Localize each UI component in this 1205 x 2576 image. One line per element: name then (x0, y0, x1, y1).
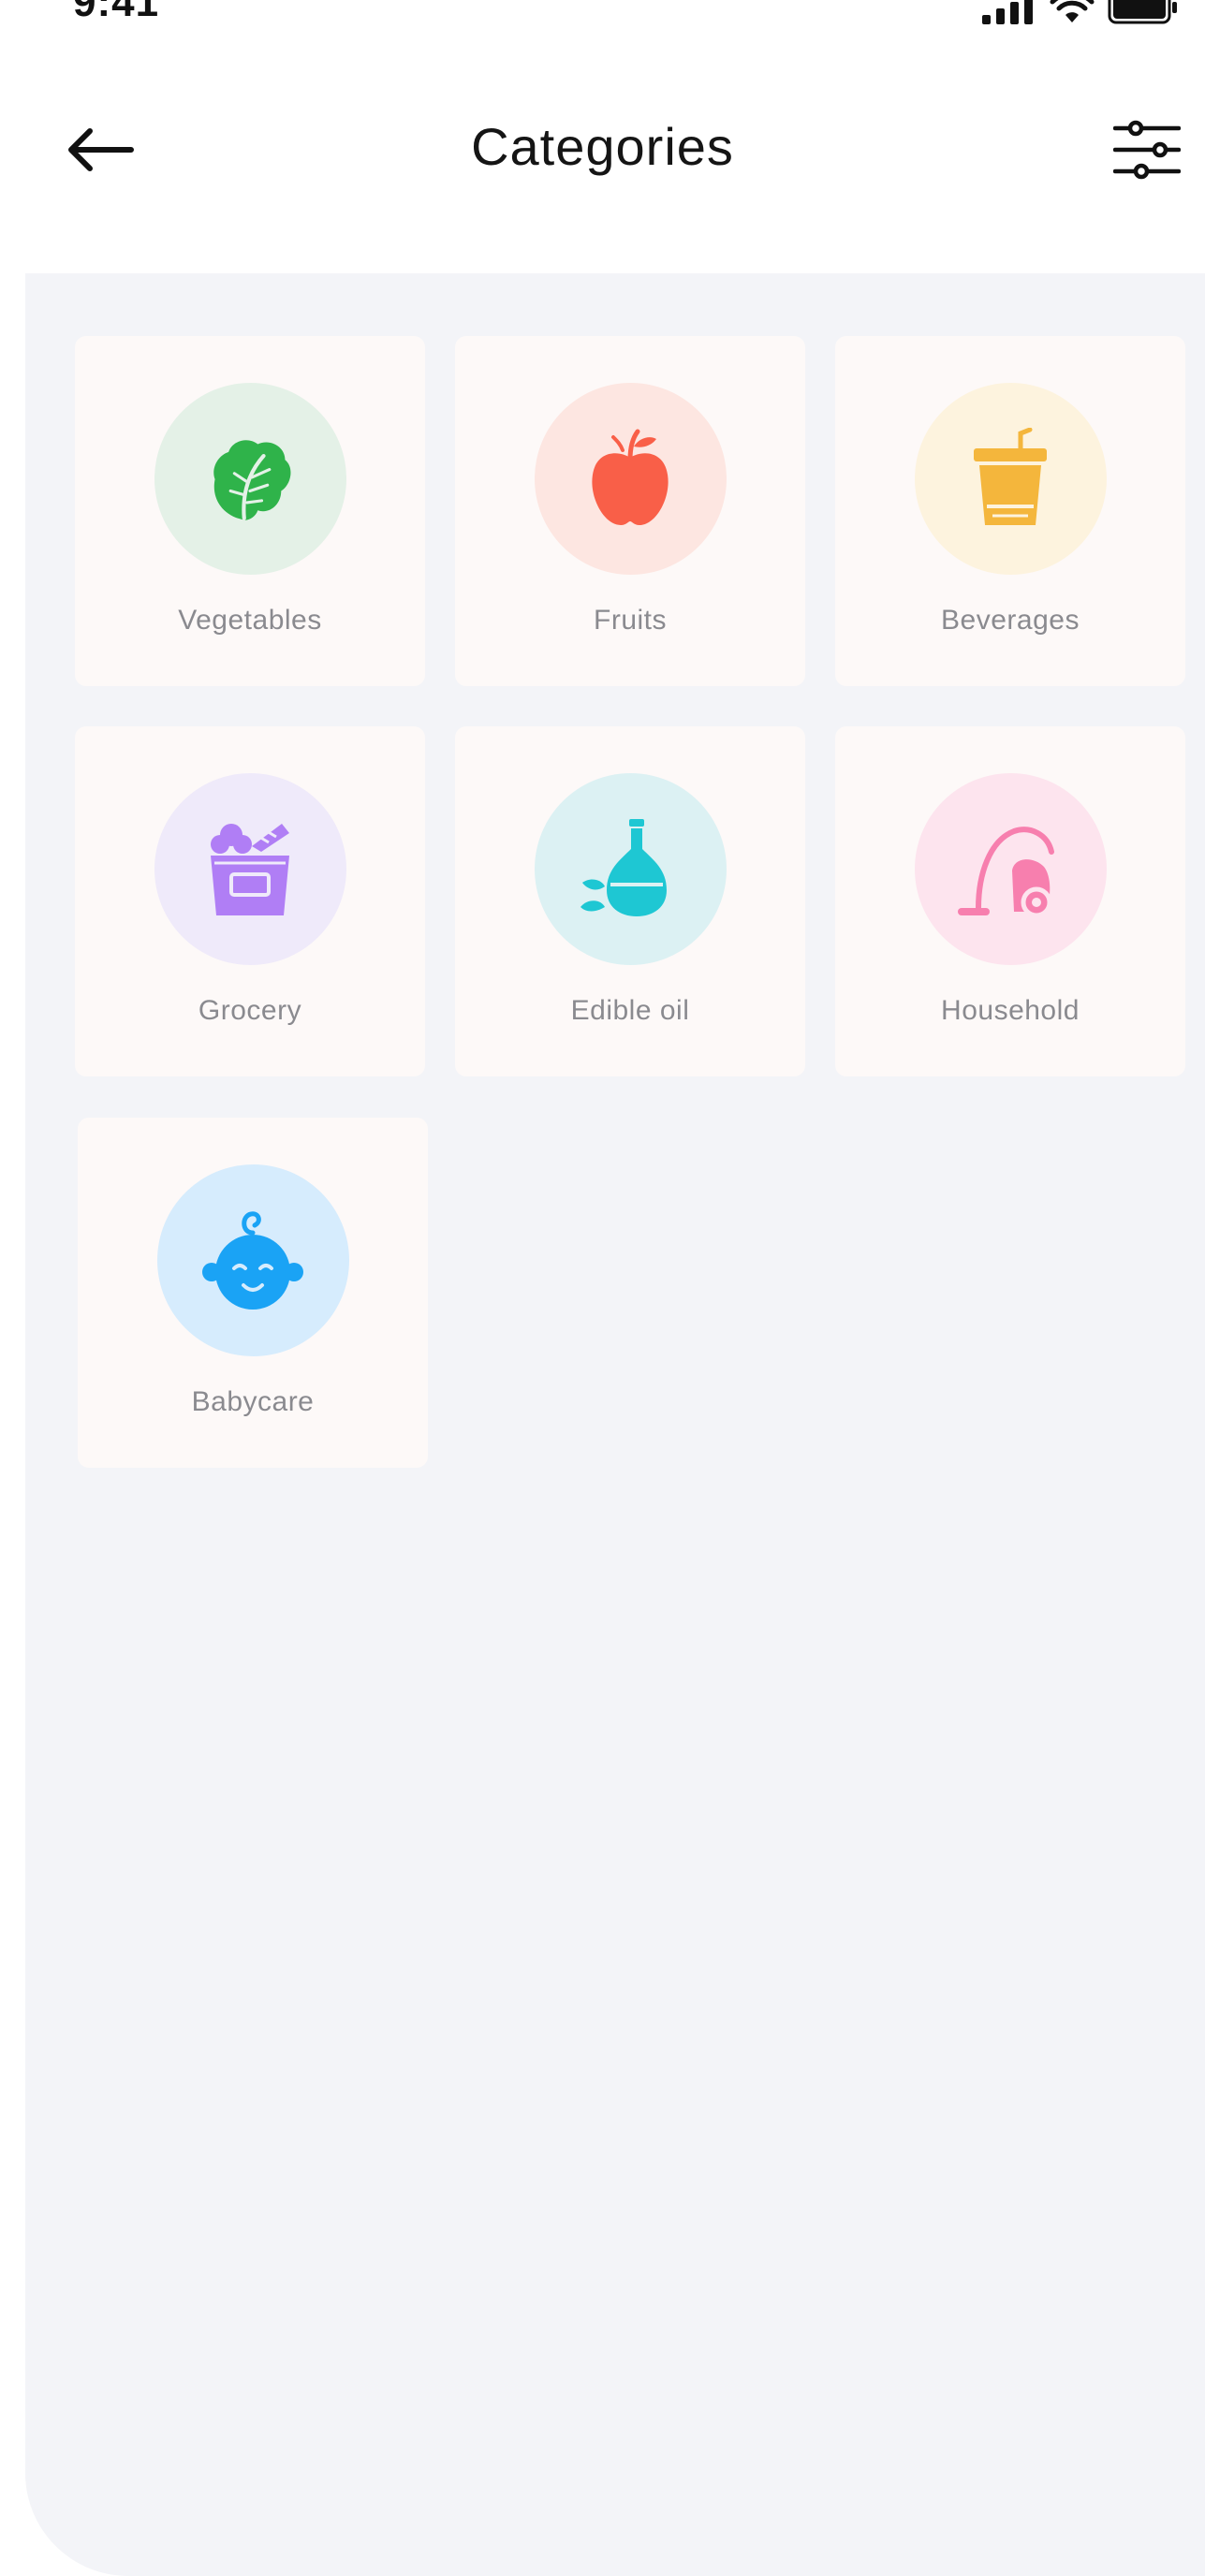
category-card-vegetables[interactable]: Vegetables (75, 336, 425, 686)
category-card-beverages[interactable]: Beverages (835, 336, 1185, 686)
category-label: Fruits (594, 605, 667, 636)
status-bar: 9:41 (0, 0, 1205, 37)
categories-grid: Vegetables Fruits Beverages Grocery Edib… (25, 273, 1205, 2576)
grocery-basket-icon (211, 823, 289, 915)
category-label: Grocery (198, 995, 302, 1026)
wifi-icon (1050, 0, 1095, 22)
apple-icon (592, 429, 669, 525)
drink-cup-icon (974, 427, 1047, 525)
icon-circle (154, 383, 346, 575)
icon-circle (534, 773, 727, 965)
icon-circle (154, 773, 346, 965)
icon-circle (914, 773, 1107, 965)
category-label: Household (941, 995, 1080, 1026)
vacuum-cleaner-icon (958, 826, 1054, 917)
header: Categories (0, 94, 1205, 215)
lettuce-icon (213, 439, 291, 520)
page-title: Categories (471, 117, 734, 176)
battery-icon (1108, 0, 1177, 24)
category-card-grocery[interactable]: Grocery (75, 726, 425, 1076)
status-time: 9:41 (73, 0, 160, 25)
category-card-fruits[interactable]: Fruits (455, 336, 805, 686)
status-icons (982, 0, 1179, 24)
icon-circle (534, 383, 727, 575)
category-card-edible-oil[interactable]: Edible oil (455, 726, 805, 1076)
category-label: Beverages (941, 605, 1080, 636)
category-card-babycare[interactable]: Babycare (78, 1118, 428, 1468)
filter-button[interactable] (1109, 112, 1184, 187)
sliders-filter-icon (1113, 120, 1181, 180)
category-card-household[interactable]: Household (835, 726, 1185, 1076)
category-label: Edible oil (570, 995, 690, 1026)
cellular-signal-icon (982, 0, 1033, 24)
icon-circle (156, 1164, 349, 1356)
baby-face-icon (202, 1210, 303, 1310)
oil-bottle-icon (580, 818, 667, 916)
category-label: Vegetables (178, 605, 322, 636)
icon-circle (914, 383, 1107, 575)
category-label: Babycare (191, 1386, 315, 1417)
